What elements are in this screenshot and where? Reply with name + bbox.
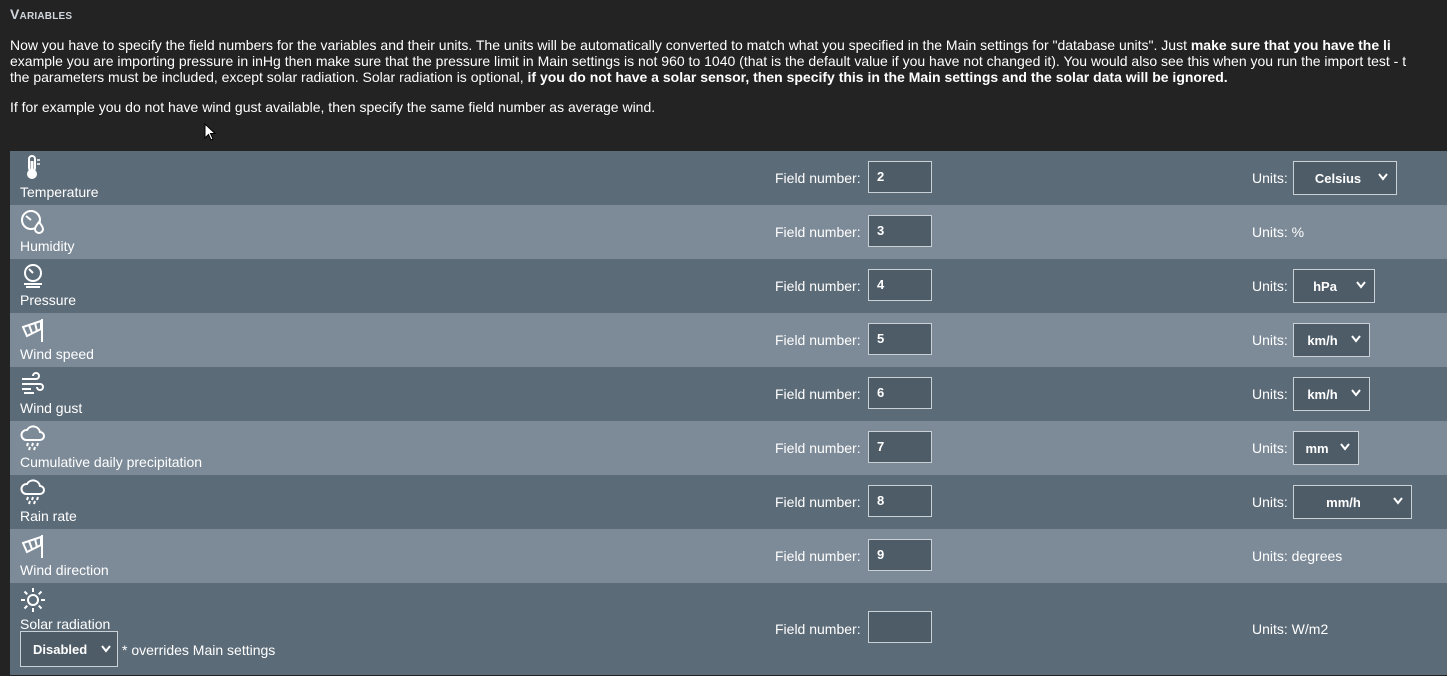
- units-select-temperature[interactable]: Celsius: [1293, 161, 1397, 195]
- units-label: Units:: [1252, 170, 1288, 186]
- chevron-down-icon: [1393, 497, 1403, 505]
- intro-line3: the parameters must be included, except …: [10, 69, 528, 85]
- field-number-label: Field number:: [775, 224, 861, 240]
- intro-line2: example you are importing pressure in in…: [10, 53, 1407, 69]
- sun-icon: [20, 587, 46, 613]
- variable-name: Temperature: [20, 184, 99, 200]
- units-text-humidity: Units: %: [1252, 224, 1305, 240]
- variable-row-wind-gust: Wind gust Field number: 6 Units: km/h: [10, 367, 1447, 421]
- rain-cloud-icon: [20, 479, 46, 505]
- variable-row-wind-direction: Wind direction Field number: 9 Units: de…: [10, 529, 1447, 583]
- chevron-down-icon: [101, 645, 111, 653]
- units-select-rain-rate[interactable]: mm/h: [1293, 485, 1412, 519]
- field-number-input-wind-speed[interactable]: 5: [868, 323, 932, 355]
- field-number-label: Field number:: [775, 440, 861, 456]
- section-title: Variables: [10, 6, 73, 22]
- units-label: Units:: [1252, 386, 1288, 402]
- variable-row-humidity: Humidity Field number: 3 Units: %: [10, 205, 1447, 259]
- mouse-cursor-icon: [204, 122, 217, 144]
- units-select-wind-speed[interactable]: km/h: [1293, 323, 1370, 357]
- field-number-input-wind-gust[interactable]: 6: [868, 377, 932, 409]
- field-number-label: Field number:: [775, 278, 861, 294]
- windsock-icon: [20, 317, 46, 343]
- units-select-wind-gust[interactable]: km/h: [1293, 377, 1370, 411]
- solar-mode-value: Disabled: [33, 641, 88, 657]
- variable-row-rain-rate: Rain rate Field number: 8 Units: mm/h: [10, 475, 1447, 529]
- wind-gust-note: If for example you do not have wind gust…: [10, 99, 656, 115]
- solar-mode-select[interactable]: Disabled: [20, 631, 118, 667]
- units-select-value: Celsius: [1314, 170, 1362, 186]
- variable-name: Solar radiation: [20, 616, 111, 632]
- humidity-gauge-icon: [20, 209, 46, 235]
- variable-row-temperature: Temperature Field number: 2 Units: Celsi…: [10, 151, 1447, 205]
- field-number-label: Field number:: [775, 494, 861, 510]
- variable-row-daily-precipitation: Cumulative daily precipitation Field num…: [10, 421, 1447, 475]
- thermometer-icon: [20, 155, 46, 181]
- solar-override-note: * overrides Main settings: [122, 642, 276, 658]
- variable-name: Humidity: [20, 238, 75, 254]
- field-number-input-solar-radiation[interactable]: [868, 611, 932, 643]
- field-number-input-wind-direction[interactable]: 9: [868, 539, 932, 571]
- barometer-icon: [20, 263, 46, 289]
- field-number-label: Field number:: [775, 332, 861, 348]
- intro-line1: Now you have to specify the field number…: [10, 37, 1191, 53]
- field-number-input-humidity[interactable]: 3: [868, 215, 932, 247]
- chevron-down-icon: [1351, 389, 1361, 397]
- units-label: Units:: [1252, 494, 1288, 510]
- variable-name: Wind speed: [20, 346, 94, 362]
- units-text-wind-direction: Units: degrees: [1252, 548, 1343, 564]
- units-label: Units:: [1252, 278, 1288, 294]
- field-number-label: Field number:: [775, 548, 861, 564]
- units-select-value: km/h: [1307, 386, 1338, 402]
- intro-line1-bold: make sure that you have the li: [1190, 37, 1391, 53]
- variable-name: Cumulative daily precipitation: [20, 454, 203, 470]
- units-text-solar-radiation: Units: W/m2: [1252, 621, 1329, 637]
- intro-text: Now you have to specify the field number…: [10, 37, 1447, 85]
- units-select-value: mm: [1305, 440, 1329, 456]
- chevron-down-icon: [1351, 335, 1361, 343]
- units-label: Units:: [1252, 440, 1288, 456]
- windsock-icon: [20, 533, 46, 559]
- field-number-input-pressure[interactable]: 4: [868, 269, 932, 301]
- units-select-pressure[interactable]: hPa: [1293, 269, 1375, 303]
- variable-row-pressure: Pressure Field number: 4 Units: hPa: [10, 259, 1447, 313]
- field-number-input-daily-precipitation[interactable]: 7: [868, 431, 932, 463]
- chevron-down-icon: [1356, 281, 1366, 289]
- variable-row-solar-radiation: Solar radiation Field number: Units: W/m…: [10, 583, 1447, 675]
- variable-row-wind-speed: Wind speed Field number: 5 Units: km/h: [10, 313, 1447, 367]
- units-select-value: hPa: [1313, 278, 1337, 294]
- units-select-value: km/h: [1307, 332, 1338, 348]
- variable-name: Rain rate: [20, 508, 77, 524]
- chevron-down-icon: [1378, 173, 1388, 181]
- units-select-daily-precipitation[interactable]: mm: [1293, 431, 1359, 465]
- field-number-label: Field number:: [775, 170, 861, 186]
- variable-name: Wind direction: [20, 562, 109, 578]
- field-number-input-temperature[interactable]: 2: [868, 161, 932, 193]
- units-select-value: mm/h: [1326, 494, 1361, 510]
- units-label: Units:: [1252, 332, 1288, 348]
- field-number-input-rain-rate[interactable]: 8: [868, 485, 932, 517]
- variable-name: Wind gust: [20, 400, 83, 416]
- variables-table: Temperature Field number: 2 Units: Celsi…: [10, 151, 1447, 675]
- chevron-down-icon: [1340, 443, 1350, 451]
- rain-cloud-icon: [20, 425, 46, 451]
- wind-icon: [20, 371, 46, 397]
- field-number-label: Field number:: [775, 621, 861, 637]
- intro-line3-bold: if you do not have a solar sensor, then …: [527, 69, 1228, 85]
- variable-name: Pressure: [20, 292, 77, 308]
- field-number-label: Field number:: [775, 386, 861, 402]
